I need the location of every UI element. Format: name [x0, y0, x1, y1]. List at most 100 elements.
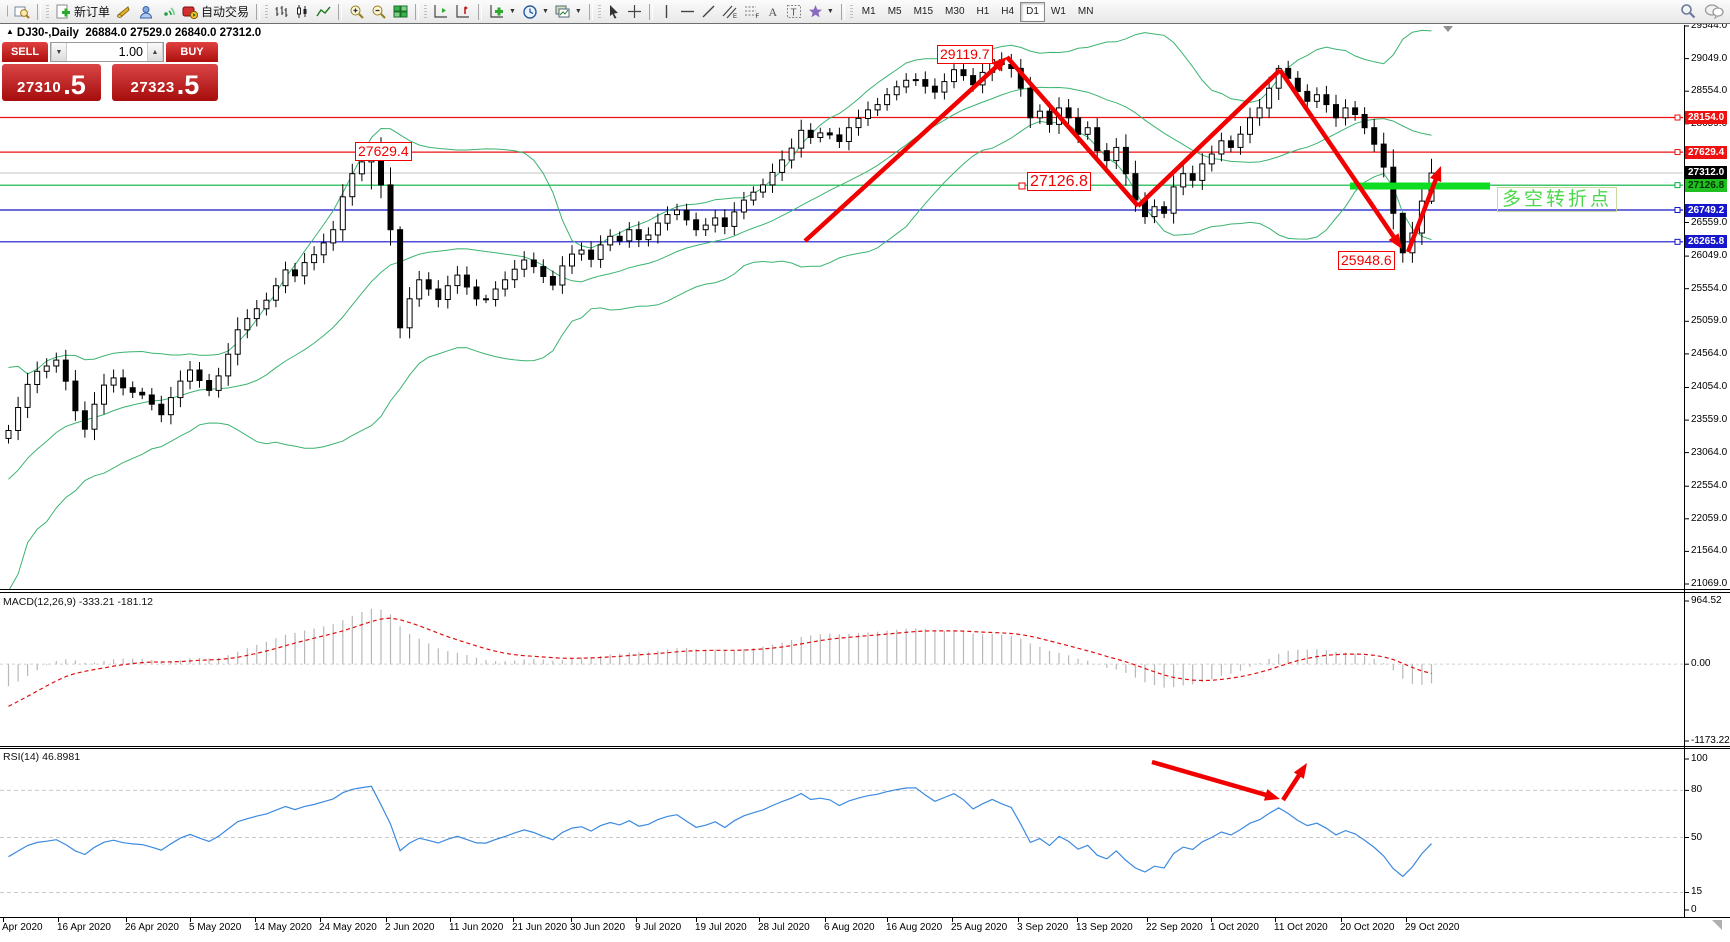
cursor-tool-button[interactable] — [604, 2, 624, 22]
horizontal-line-icon — [680, 5, 695, 18]
sell-button[interactable]: SELL — [2, 42, 48, 62]
templates-button[interactable]: ▼ — [552, 2, 585, 22]
trend-arrow-line[interactable] — [1152, 762, 1270, 796]
volume-increase-button[interactable]: ▲ — [147, 43, 163, 61]
new-order-button[interactable]: 新订单 — [52, 2, 113, 22]
vertical-line-tool-button[interactable] — [657, 2, 677, 22]
alert-button[interactable] — [113, 2, 135, 22]
candle-body — [254, 309, 259, 319]
periods-button[interactable]: ▼ — [519, 2, 552, 22]
candle-body — [1037, 111, 1042, 118]
date-label: 9 Jul 2020 — [635, 922, 681, 933]
price-axis-tick-label: 24564.0 — [1691, 348, 1727, 359]
candle-body — [846, 128, 851, 142]
community-button[interactable] — [135, 2, 157, 22]
price-callout[interactable]: 27126.8 — [1027, 172, 1091, 191]
candle-body — [904, 80, 909, 87]
collapse-arrow-icon[interactable]: ▲ — [6, 27, 14, 36]
chat-icon[interactable] — [1704, 3, 1724, 19]
channel-tool-button[interactable]: E — [719, 2, 741, 22]
candle-body — [713, 218, 718, 225]
date-label: 24 May 2020 — [319, 922, 377, 933]
timeframe-d1-button[interactable]: D1 — [1020, 2, 1045, 22]
signals-button[interactable] — [157, 2, 179, 22]
candle-body — [827, 133, 832, 135]
buy-price-button[interactable]: 27323.5 — [112, 64, 218, 101]
candle-body — [1123, 147, 1128, 173]
new-chart-button[interactable] — [2, 2, 11, 22]
buy-price-fraction: .5 — [177, 73, 200, 98]
chart-shift-marker[interactable] — [1443, 26, 1453, 32]
trendline-tool-button[interactable] — [698, 2, 719, 22]
candle-body — [245, 319, 250, 330]
price-axis-tick-label: 21069.0 — [1691, 578, 1727, 589]
volume-decrease-button[interactable]: ▼ — [51, 43, 67, 61]
rsi-pane[interactable] — [0, 786, 1683, 892]
price-axis-tick-label: 26049.0 — [1691, 250, 1727, 261]
candle-body — [44, 366, 49, 371]
price-chart-canvas[interactable] — [0, 0, 1730, 942]
timeframe-m15-button[interactable]: M15 — [908, 2, 939, 22]
candle-body — [655, 223, 660, 235]
text-label-tool-button[interactable]: T — [783, 2, 805, 22]
zoom-out-button[interactable] — [368, 2, 390, 22]
chart-autoscroll-button[interactable] — [452, 2, 474, 22]
date-label: 1 Oct 2020 — [1210, 922, 1259, 933]
candle-body — [1248, 118, 1253, 135]
candle-body — [1047, 111, 1052, 124]
timeframe-h4-button[interactable]: H4 — [995, 2, 1020, 22]
candle-body — [445, 286, 450, 300]
buy-button[interactable]: BUY — [166, 42, 218, 62]
timeframe-h1-button[interactable]: H1 — [971, 2, 996, 22]
indicators-button[interactable]: ▼ — [486, 2, 519, 22]
timeframe-m30-button[interactable]: M30 — [939, 2, 970, 22]
crosshair-tool-button[interactable] — [624, 2, 645, 22]
timeframe-m1-button[interactable]: M1 — [856, 2, 882, 22]
text-tool-button[interactable]: A — [763, 2, 783, 22]
candle-body — [1114, 147, 1119, 160]
sell-price-button[interactable]: 27310.5 — [2, 64, 101, 101]
price-callout[interactable]: 27629.4 — [355, 142, 412, 161]
line-chart-mode-button[interactable] — [313, 2, 334, 22]
bar-chart-mode-button[interactable] — [271, 2, 292, 22]
timeframe-mn-button[interactable]: MN — [1072, 2, 1100, 22]
zoom-in-button[interactable] — [346, 2, 368, 22]
candle-body — [121, 378, 126, 388]
toolbar-drag-handle — [46, 5, 49, 19]
fibonacci-tool-button[interactable]: F — [741, 2, 763, 22]
macd-pane[interactable] — [0, 609, 1683, 707]
candle-body — [770, 172, 775, 185]
profile-button[interactable] — [11, 2, 33, 22]
candle-body — [283, 270, 288, 286]
arrows-tool-button[interactable]: ▼ — [805, 2, 837, 22]
timeframe-m5-button[interactable]: M5 — [882, 2, 908, 22]
search-icon[interactable] — [1680, 3, 1696, 19]
price-axis-tick-label: 24054.0 — [1691, 381, 1727, 392]
chart-shift-icon — [433, 4, 449, 19]
candlestick-mode-button[interactable] — [292, 2, 313, 22]
candle-body — [856, 118, 861, 127]
volume-input[interactable]: 1.00 — [67, 43, 147, 61]
macd-axis-tick-label: 0.00 — [1691, 658, 1710, 669]
main-price-pane[interactable] — [0, 30, 1683, 591]
horizontal-line-tool-button[interactable] — [677, 2, 698, 22]
candle-body — [178, 381, 183, 398]
shapes-icon — [808, 4, 823, 19]
templates-icon — [555, 4, 571, 19]
price-tag: 27126.8 — [1685, 179, 1727, 192]
trend-arrow-line[interactable] — [1283, 771, 1302, 800]
candle-body — [168, 398, 173, 415]
price-callout[interactable]: 25948.6 — [1338, 251, 1395, 270]
bull-bear-turning-point-annotation[interactable]: 多空转折点 — [1497, 187, 1617, 212]
macd-axis-tick-label: 964.52 — [1691, 595, 1722, 606]
price-callout[interactable]: 29119.7 — [937, 45, 993, 64]
candle-body — [703, 225, 708, 230]
tile-windows-button[interactable] — [390, 2, 411, 22]
alert-icon — [116, 4, 132, 20]
chart-shift-button[interactable] — [430, 2, 452, 22]
bar-chart-icon — [274, 4, 289, 19]
candle-body — [25, 384, 30, 407]
candle-body — [1295, 78, 1300, 91]
autotrading-button[interactable]: 自动交易 — [179, 2, 252, 22]
timeframe-w1-button[interactable]: W1 — [1045, 2, 1072, 22]
